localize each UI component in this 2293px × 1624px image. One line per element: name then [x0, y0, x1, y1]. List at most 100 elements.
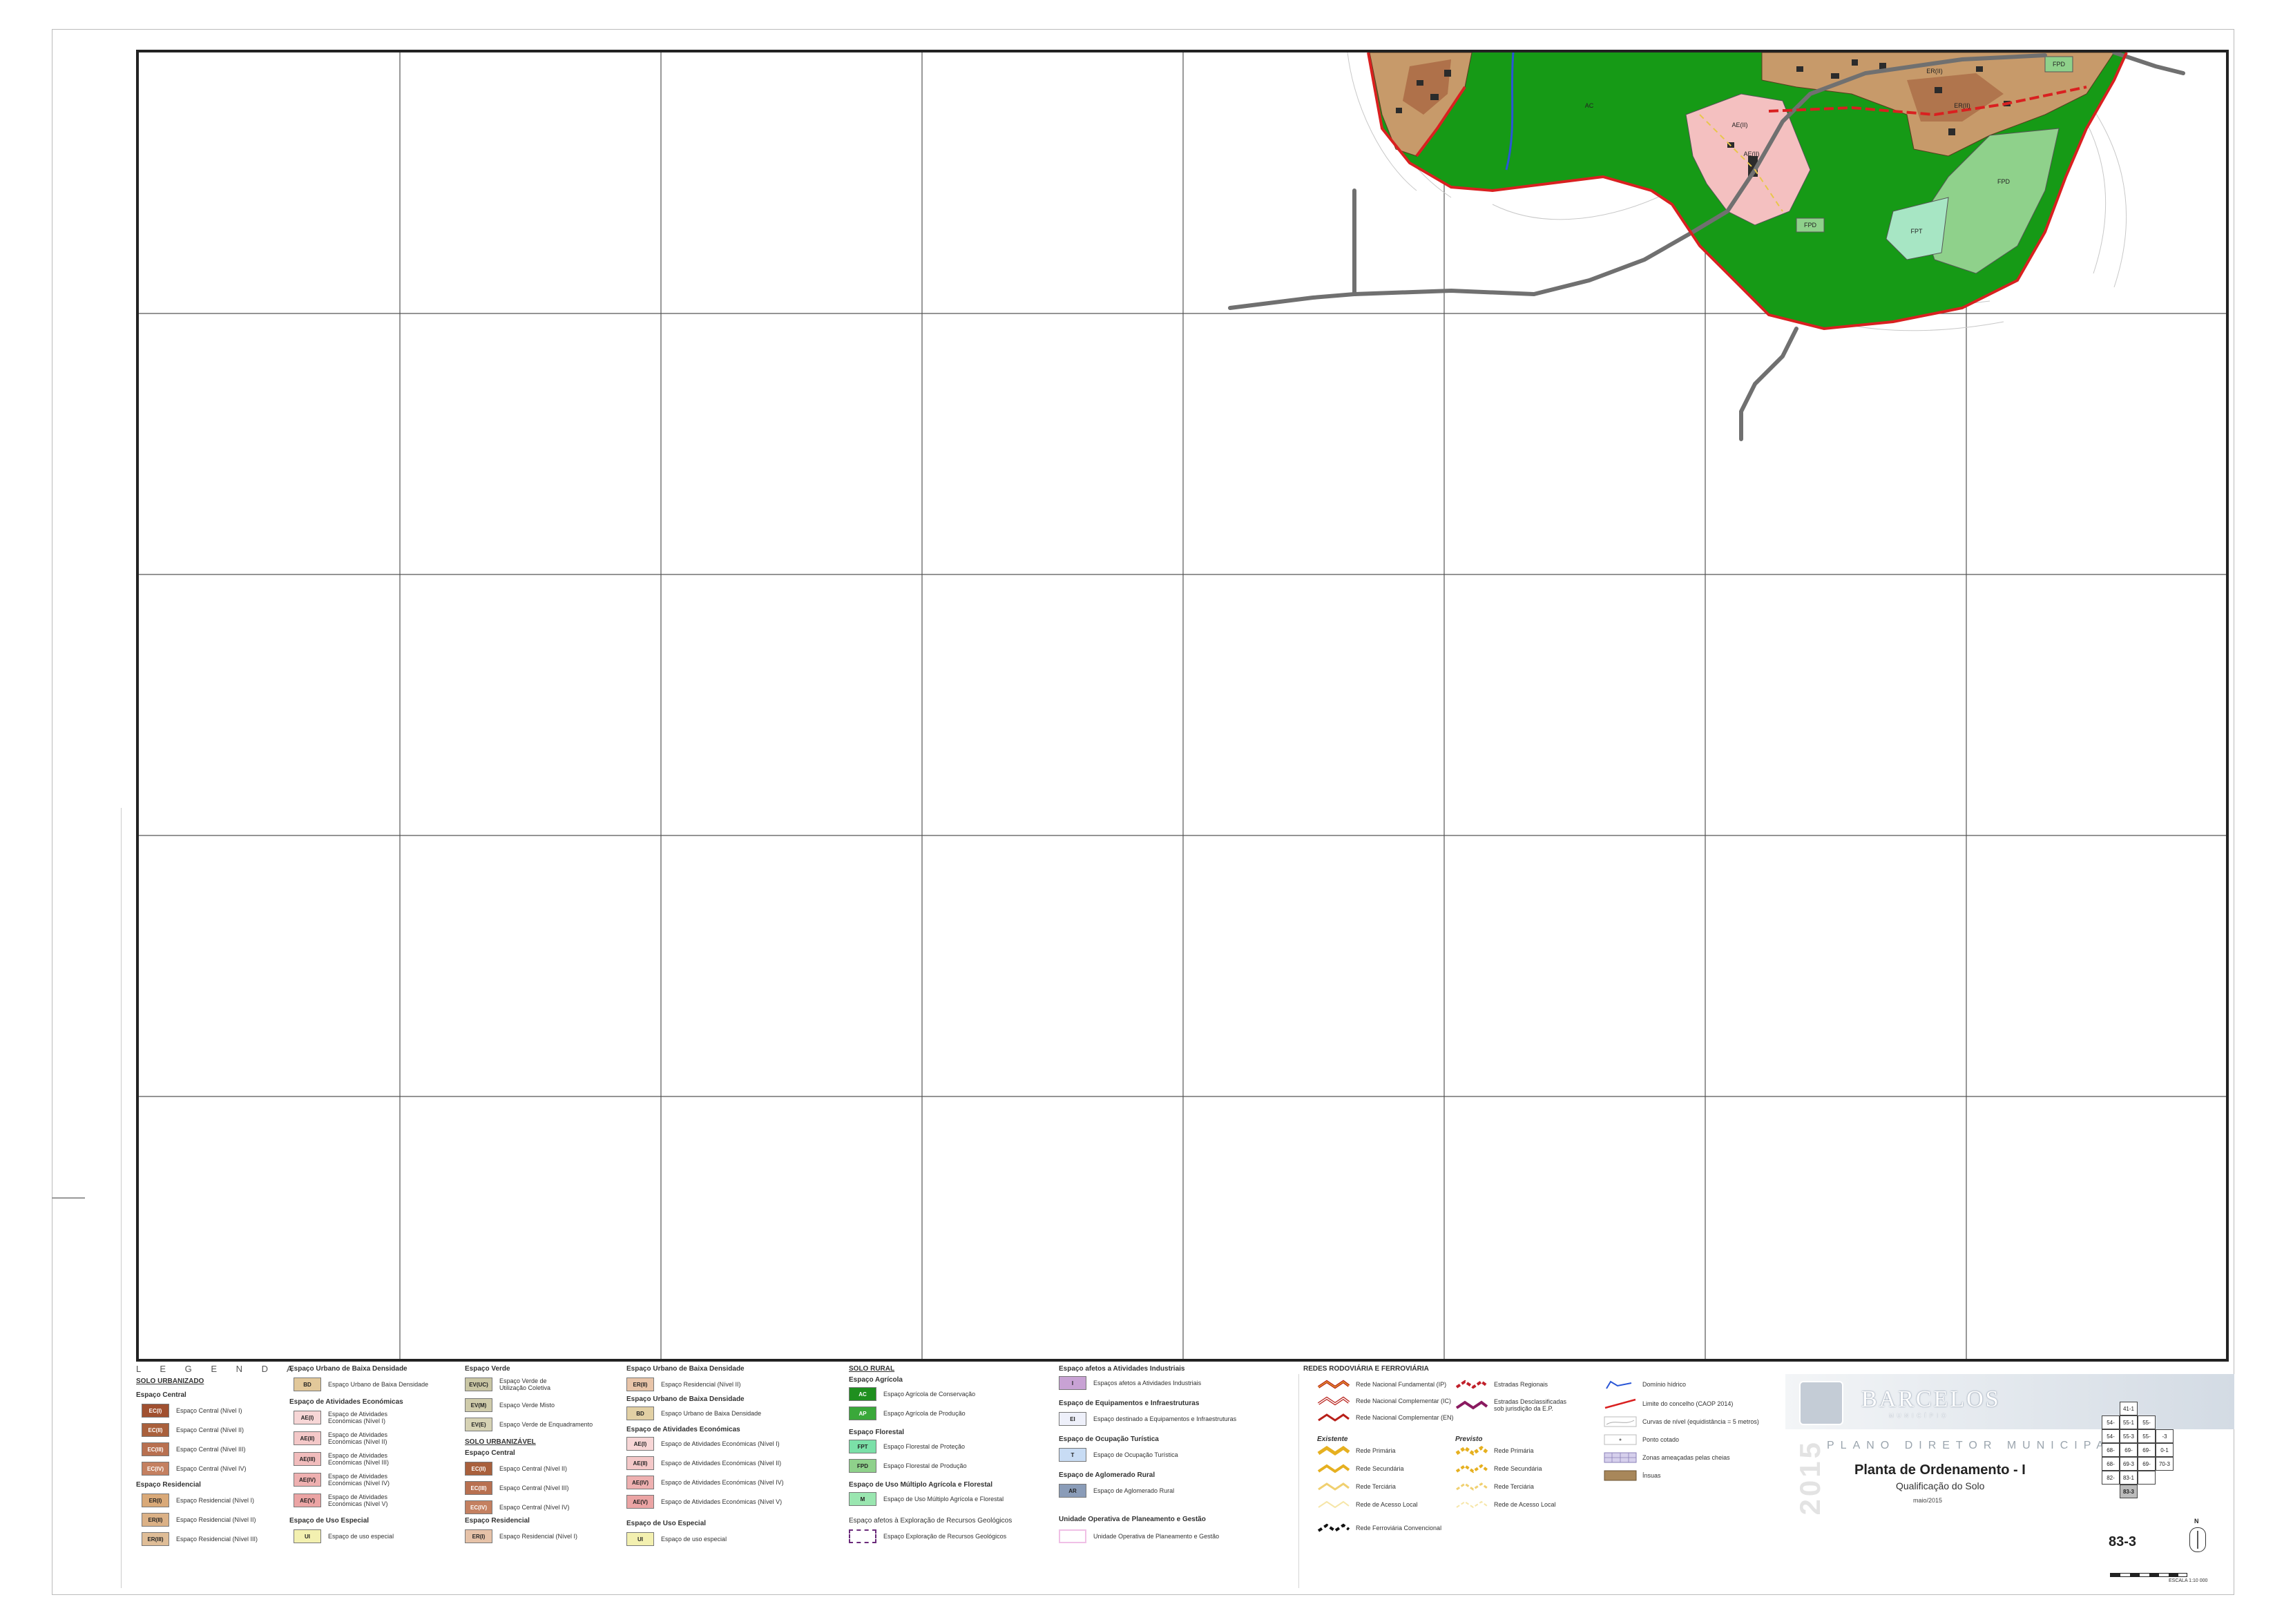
legend-header: SOLO URBANIZADO: [136, 1378, 204, 1385]
scale-text: ESCALA 1:10 000: [2169, 1578, 2208, 1583]
map-canvas[interactable]: AE(II) AE(II) FPD FPD FPT ER(II) ER(II) …: [139, 52, 2226, 1359]
legend-item: Rede Terciária: [1317, 1481, 1396, 1492]
legend-item: ER(I) Espaço Residencial (Nível I): [142, 1494, 254, 1507]
zone-label: FPD: [2053, 61, 2066, 68]
legend-item: Ponto cotado: [1604, 1434, 1679, 1445]
zone-label: FPD: [1997, 178, 2011, 185]
legend-item: EV(E) Espaço Verde de Enquadramento: [465, 1418, 593, 1431]
legend-item: UI Espaço de uso especial: [626, 1532, 727, 1546]
map-frame[interactable]: AE(II) AE(II) FPD FPD FPT ER(II) ER(II) …: [136, 50, 2229, 1362]
legend-item: Limite do concelho (CAOP 2014): [1604, 1398, 1733, 1409]
legend-group: Espaço de Equipamentos e Infraestruturas: [1059, 1400, 1200, 1407]
legend-item: Unidade Operativa de Planeamento e Gestã…: [1059, 1529, 1219, 1543]
legend-group: Espaço de Uso Especial: [626, 1520, 707, 1527]
legend-item: AR Espaço de Aglomerado Rural: [1059, 1484, 1174, 1498]
legend-group: Espaço de Atividades Económicas: [289, 1398, 403, 1406]
declassified-road-symbol: [1455, 1400, 1488, 1410]
plan-title: Planta de Ordenamento - I: [1854, 1462, 2026, 1478]
legend-item: Curvas de nível (equidistância = 5 metro…: [1604, 1416, 1759, 1427]
legend-header: SOLO RURAL: [849, 1365, 895, 1373]
logo-band: [1785, 1374, 2234, 1429]
road-ic-symbol: [1317, 1396, 1350, 1406]
legend-item: ER(I) Espaço Residencial (Nível I): [465, 1529, 577, 1543]
legend-item: Estradas Desclassificadas sob jurisdição…: [1455, 1398, 1577, 1412]
legend-item: AE(I) Espaço de Atividades Económicas (Ní…: [294, 1411, 404, 1424]
legend-item: AE(IV) Espaço de Atividades Económicas (N…: [626, 1476, 784, 1489]
brand-name: BARCELOS: [1861, 1386, 2001, 1412]
sheet-code: 83-3: [2109, 1534, 2137, 1549]
legend-group: Espaço Residencial: [465, 1517, 530, 1525]
legend-group: Espaço Urbano de Baixa Densidade: [289, 1365, 407, 1373]
legend-item: Rede Nacional Complementar (IC): [1317, 1395, 1451, 1406]
legend-item: AE(II) Espaço de Atividades Económicas (N…: [626, 1456, 781, 1470]
zone-label: AE(II): [1731, 122, 1747, 128]
legend-item: ER(III) Espaço Residencial (Nível III): [142, 1532, 258, 1546]
legend-item: AC Espaço Agrícola de Conservação: [849, 1387, 975, 1401]
legend-item: EC(IV) Espaço Central (Nível IV): [465, 1500, 570, 1514]
legend-item: EI Espaço destinado a Equipamentos e Infr…: [1059, 1412, 1236, 1426]
current-sheet-cell: 83-3: [2120, 1485, 2138, 1498]
year-label: 2015: [1794, 1440, 1826, 1516]
legend-item: AE(II) Espaço de Atividades Económicas (N…: [294, 1431, 404, 1445]
legend-item: Estradas Regionais: [1455, 1379, 1548, 1390]
legend-item: Rede Secundária: [1317, 1463, 1404, 1474]
legend-item: M Espaço de Uso Múltiplo Agrícola e Flore…: [849, 1492, 1004, 1506]
legend-item: AP Espaço Agrícola de Produção: [849, 1406, 966, 1420]
legend-item: Rede Primária: [1455, 1445, 1534, 1456]
legend-item: ER(II) Espaço Residencial (Nível II): [142, 1513, 256, 1527]
legend-item: UI Espaço de uso especial: [294, 1529, 394, 1543]
legend-group: Espaço Florestal: [849, 1429, 905, 1436]
legend-item: Rede de Acesso Local: [1317, 1499, 1418, 1510]
legend-item: EV(UC) Espaço Verde de Utilização Coletiv…: [465, 1378, 562, 1391]
legend-item: AE(V) Espaço de Atividades Económicas (Ní…: [294, 1494, 404, 1507]
existing-label: Existente: [1317, 1436, 1348, 1443]
legend-item: BD Espaço Urbano de Baixa Densidade: [626, 1406, 761, 1420]
legend-item: AE(III) Espaço de Atividades Económicas (…: [294, 1452, 404, 1466]
legend-item: Rede de Acesso Local: [1455, 1499, 1556, 1510]
legend-item: Domínio hídrico: [1604, 1379, 1686, 1390]
contour-symbol: [1604, 1416, 1637, 1427]
legend-separator: [1298, 1374, 1299, 1588]
legend-item: Zonas ameaçadas pelas cheias: [1604, 1452, 1730, 1463]
legend-group: Espaço afetos à Exploração de Recursos G…: [849, 1517, 1013, 1525]
regional-road-symbol: [1455, 1380, 1488, 1389]
legend-item: AE(V) Espaço de Atividades Económicas (Ní…: [626, 1495, 782, 1509]
legend-item: Espaço Exploração de Recursos Geológicos: [849, 1529, 1006, 1543]
water-domain-symbol: [1606, 1380, 1632, 1389]
legend-group: Espaço de Uso Especial: [289, 1517, 370, 1525]
legend-item: AE(I) Espaço de Atividades Económicas (Ní…: [626, 1437, 780, 1451]
legend-group: Espaço de Atividades Económicas: [626, 1426, 740, 1433]
brand-subtitle: MUNICÍPIO: [1889, 1413, 1950, 1419]
zone-label: AC: [1585, 102, 1594, 109]
legend-item: Rede Terciária: [1455, 1481, 1534, 1492]
legend-group: Espaço de Uso Múltiplo Agrícola e Flores…: [849, 1481, 993, 1489]
zone-label: AE(II): [1743, 151, 1759, 157]
legend-item: Rede Nacional Complementar (EN): [1317, 1412, 1454, 1423]
legend-item: EC(II) Espaço Central (Nível II): [142, 1423, 244, 1437]
legend-item: ER(II) Espaço Residencial (Nível II): [626, 1378, 741, 1391]
legend-item: Rede Secundária: [1455, 1463, 1542, 1474]
legend-item: Rede Primária: [1317, 1445, 1396, 1456]
legend-item: I Espaços afetos a Atividades Industriais: [1059, 1376, 1201, 1390]
legend-item: EC(IV) Espaço Central (Nível IV): [142, 1462, 247, 1476]
plan-subtitle: Qualificação do Solo: [1896, 1480, 1985, 1491]
legend-header: SOLO URBANIZÁVEL: [465, 1438, 536, 1446]
legend-group: Espaço Urbano de Baixa Densidade: [626, 1365, 745, 1373]
legend-group: Espaço Agrícola: [849, 1376, 903, 1384]
planned-label: Previsto: [1455, 1436, 1483, 1443]
legend-group: Espaço Verde: [465, 1365, 510, 1373]
railway-symbol: [1317, 1523, 1350, 1533]
geological-swatch: [849, 1529, 876, 1543]
legend-title: L E G E N D A: [136, 1364, 301, 1374]
legend-group: Espaço Residencial: [136, 1481, 201, 1489]
legend-group: Unidade Operativa de Planeamento e Gestã…: [1059, 1516, 1206, 1523]
road-en-symbol: [1318, 1413, 1350, 1422]
zone-label: ER(II): [1926, 68, 1943, 75]
legend-item: FPT Espaço Florestal de Proteção: [849, 1440, 965, 1453]
spot-height-symbol: [1604, 1434, 1637, 1445]
legend-item: EC(III) Espaço Central (Nível III): [142, 1442, 246, 1456]
legend-item: T Espaço de Ocupação Turística: [1059, 1448, 1178, 1462]
scale-bar: [2110, 1573, 2187, 1577]
legend-item: Rede Ferroviária Convencional: [1317, 1522, 1441, 1534]
plan-date: maio/2015: [1913, 1497, 1943, 1504]
